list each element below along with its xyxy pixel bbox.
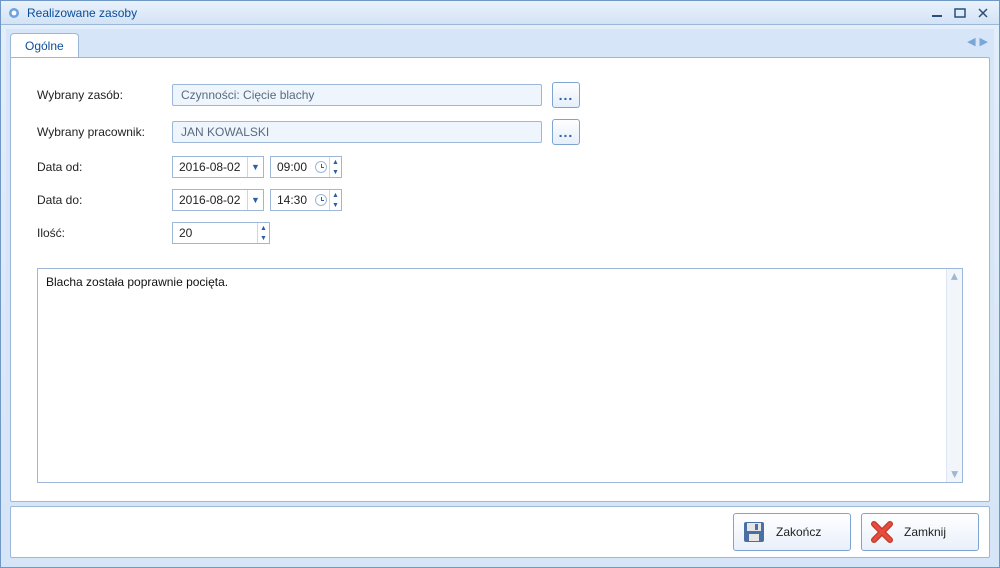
tabstrip: Ogólne ◀ ▶ <box>6 29 994 57</box>
qty-label: Ilość: <box>37 226 172 240</box>
date-from-input[interactable]: 2016-08-02 ▼ <box>172 156 264 178</box>
window-root: Realizowane zasoby Ogólne ◀ ▶ Wybrany za… <box>0 0 1000 568</box>
notes-textarea[interactable]: Blacha została poprawnie pocięta. ◀ ◀ <box>37 268 963 483</box>
employee-picker-button[interactable]: ... <box>552 119 580 145</box>
clock-icon <box>315 161 327 173</box>
tab-panel-general: Wybrany zasób: Czynności: Cięcie blachy … <box>10 57 990 502</box>
close-icon <box>870 520 894 544</box>
close-footer-button[interactable]: Zamknij <box>861 513 979 551</box>
resource-picker-button[interactable]: ... <box>552 82 580 108</box>
tab-prev-icon[interactable]: ◀ <box>967 35 975 48</box>
resource-field: Czynności: Cięcie blachy <box>172 84 542 106</box>
tab-nav: ◀ ▶ <box>967 35 988 48</box>
notes-text: Blacha została poprawnie pocięta. <box>38 269 946 482</box>
resource-label: Wybrany zasób: <box>37 88 172 102</box>
minimize-button[interactable] <box>927 5 947 21</box>
date-to-value: 2016-08-02 <box>179 193 240 207</box>
tab-next-icon[interactable]: ▶ <box>980 35 988 48</box>
finish-button[interactable]: Zakończ <box>733 513 851 551</box>
maximize-button[interactable] <box>950 5 970 21</box>
time-from-value: 09:00 <box>277 160 307 174</box>
tab-general[interactable]: Ogólne <box>10 33 79 58</box>
notes-scrollbar[interactable]: ◀ ◀ <box>946 269 962 482</box>
finish-label: Zakończ <box>776 525 821 539</box>
qty-input[interactable]: 20 ▲▼ <box>172 222 270 244</box>
time-to-value: 14:30 <box>277 193 307 207</box>
resource-value: Czynności: Cięcie blachy <box>181 88 314 102</box>
app-icon <box>7 6 21 20</box>
time-from-input[interactable]: 09:00 ▲▼ <box>270 156 342 178</box>
save-icon <box>742 520 766 544</box>
close-label: Zamknij <box>904 525 946 539</box>
chevron-down-icon[interactable]: ▼ <box>247 190 263 210</box>
time-to-input[interactable]: 14:30 ▲▼ <box>270 189 342 211</box>
date-from-label: Data od: <box>37 160 172 174</box>
window-title: Realizowane zasoby <box>27 6 137 20</box>
date-to-label: Data do: <box>37 193 172 207</box>
date-to-input[interactable]: 2016-08-02 ▼ <box>172 189 264 211</box>
clock-icon <box>315 194 327 206</box>
chevron-down-icon[interactable]: ▼ <box>247 157 263 177</box>
scroll-down-icon[interactable]: ◀ <box>949 471 960 478</box>
employee-label: Wybrany pracownik: <box>37 125 172 139</box>
time-to-spinner[interactable]: ▲▼ <box>329 190 341 210</box>
employee-field: JAN KOWALSKI <box>172 121 542 143</box>
qty-spinner[interactable]: ▲▼ <box>257 223 269 243</box>
qty-value: 20 <box>179 226 192 240</box>
date-from-value: 2016-08-02 <box>179 160 240 174</box>
close-button[interactable] <box>973 5 993 21</box>
scroll-up-icon[interactable]: ◀ <box>949 273 960 280</box>
employee-value: JAN KOWALSKI <box>181 125 269 139</box>
titlebar: Realizowane zasoby <box>1 1 999 25</box>
time-from-spinner[interactable]: ▲▼ <box>329 157 341 177</box>
client-area: Ogólne ◀ ▶ Wybrany zasób: Czynności: Cię… <box>6 29 994 562</box>
footer-bar: Zakończ Zamknij <box>10 506 990 558</box>
